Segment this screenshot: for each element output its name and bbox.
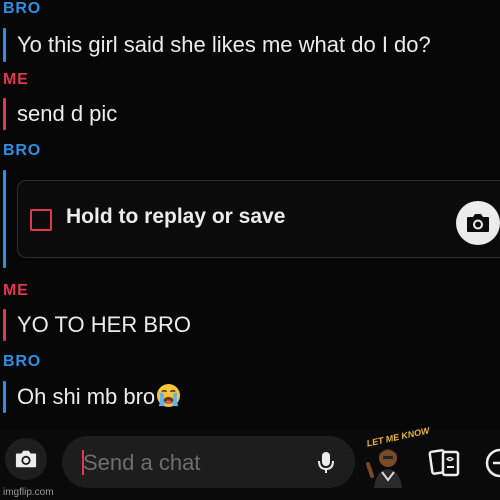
message-me-1[interactable]: send d pic	[3, 98, 203, 130]
microphone-icon[interactable]	[317, 451, 335, 475]
snap-camera-icon[interactable]	[456, 201, 500, 245]
message-text: send d pic	[17, 101, 118, 126]
chat-input[interactable]: Send a chat	[62, 436, 355, 488]
camera-button[interactable]	[5, 438, 47, 480]
snap-label: Hold to replay or save	[66, 205, 286, 228]
message-me-2[interactable]: YO TO HER BRO	[3, 309, 223, 341]
message-bar	[3, 28, 6, 62]
save-checkbox[interactable]	[30, 209, 52, 231]
message-text-wrap: Oh shi mb bro	[17, 382, 181, 412]
message-text: YO TO HER BRO	[17, 312, 192, 337]
message-bar	[3, 98, 6, 130]
chat-input-placeholder: Send a chat	[83, 450, 201, 475]
watermark: imgflip.com	[3, 487, 54, 498]
message-bar	[3, 381, 6, 413]
message-bar	[3, 170, 6, 268]
sender-label-bro: BRO	[3, 142, 41, 159]
message-bro-2[interactable]: Oh shi mb bro	[3, 381, 233, 413]
chat-composer: Send a chat LET ME KNOW	[0, 425, 500, 500]
snap-card[interactable]: Hold to replay or save	[17, 180, 500, 258]
cards-icon[interactable]	[428, 448, 464, 478]
message-text: Yo this girl said she likes me what do I…	[17, 32, 431, 57]
chat-screen: BRO Yo this girl said she likes me what …	[0, 0, 500, 500]
snap-message-bar	[3, 170, 13, 268]
sender-label-bro: BRO	[3, 353, 41, 370]
plus-icon[interactable]	[484, 448, 500, 478]
message-text: Oh shi mb bro	[17, 384, 156, 409]
sender-label-bro: BRO	[3, 0, 41, 17]
sender-label-me: ME	[3, 282, 29, 299]
sender-label-me: ME	[3, 71, 29, 88]
message-bro-1[interactable]: Yo this girl said she likes me what do I…	[3, 28, 493, 62]
loudly-crying-face-icon	[157, 383, 181, 408]
camera-icon	[15, 450, 37, 468]
message-bar	[3, 309, 6, 341]
text-caret	[82, 450, 84, 475]
bitmoji-sticker[interactable]: LET ME KNOW	[360, 425, 430, 492]
